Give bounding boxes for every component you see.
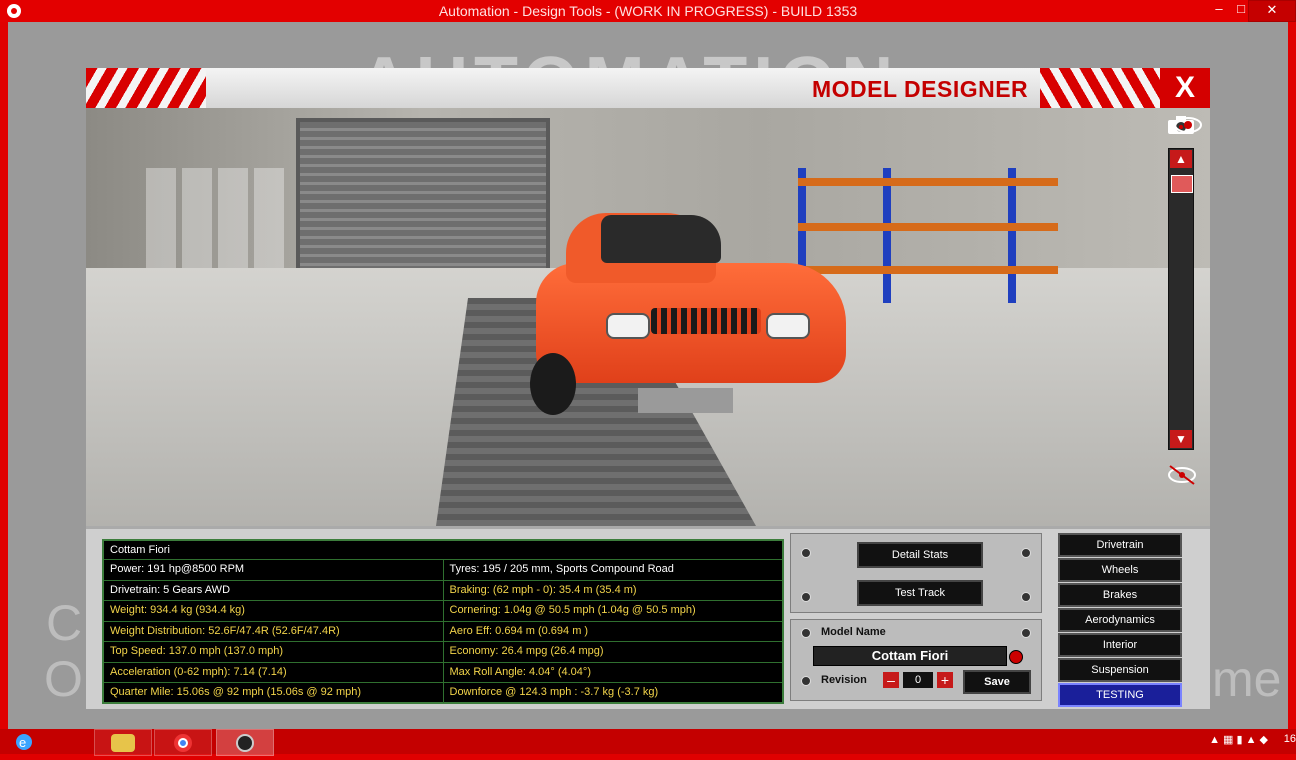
actions-panel: Detail Stats Test Track [790,533,1042,613]
eye-crossed-icon[interactable] [1166,464,1198,486]
background-word-2: O [44,651,83,707]
chrome-icon[interactable] [154,729,212,756]
stats-row: Weight Distribution: 52.6F/47.4R (52.6F/… [104,621,783,642]
stats-cell-right: Max Roll Angle: 4.04° (4.04°) [442,662,783,682]
car-grille [651,308,761,334]
stats-row: Acceleration (0-62 mph): 7.14 (7.14) Max … [104,662,783,683]
car-viewport[interactable]: ▲ ▼ [86,108,1210,526]
tab-brakes[interactable]: Brakes [1058,583,1182,607]
clock[interactable]: 16 [1284,733,1296,745]
stats-cell-left: Weight: 934.4 kg (934.4 kg) [110,604,245,616]
model-panel: Model Name Cottam Fiori Revision – 0 + S… [790,619,1042,701]
tab-drivetrain[interactable]: Drivetrain [1058,533,1182,557]
designer-tabs: Drivetrain Wheels Brakes Aerodynamics Interi… [1058,533,1184,707]
svg-text:e: e [19,735,26,750]
zoom-slider[interactable]: ▲ ▼ [1168,148,1194,450]
header-stripes-left [86,68,206,108]
tab-wheels[interactable]: Wheels [1058,558,1182,582]
detail-stats-button[interactable]: Detail Stats [857,542,983,568]
stats-header: Cottam Fiori [104,541,782,560]
rivet [1021,548,1031,558]
folder-icon [111,734,135,752]
rivet [801,548,811,558]
viewport-controls: ▲ ▼ [1160,108,1204,526]
stats-row: Top Speed: 137.0 mph (137.0 mph) Economy:… [104,642,782,663]
stats-cell-right: Downforce @ 124.3 mph : -3.7 kg (-3.7 kg… [442,683,783,703]
reset-name-icon[interactable] [1009,650,1023,664]
bottom-panel: Cottam Fiori Power: 191 hp@8500 RPM Tyres… [86,526,1210,709]
windows-taskbar: e ▲ ▦ ▮ ▲ ◆ 16 [0,729,1296,756]
car-model[interactable] [526,203,856,418]
car-headlight-right [766,313,810,339]
revision-decrement-button[interactable]: – [883,672,899,688]
stats-table: Cottam Fiori Power: 191 hp@8500 RPM Tyres… [102,539,784,704]
background-word-3: me [1212,651,1282,707]
eye-icon[interactable] [1172,114,1204,136]
model-designer-close-button[interactable]: X [1160,68,1210,108]
rivet [801,592,811,602]
background-word-1: C [46,595,83,651]
car-headlight-left [606,313,650,339]
rivet [801,628,811,638]
test-track-button[interactable]: Test Track [857,580,983,606]
system-tray[interactable]: ▲ ▦ ▮ ▲ ◆ [1209,733,1268,746]
shelf-post [883,168,891,303]
zoom-down-button[interactable]: ▼ [1170,430,1192,448]
stats-cell-right: Braking: (62 mph - 0): 35.4 m (35.4 m) [442,580,783,600]
tab-interior[interactable]: Interior [1058,633,1182,657]
garage-door [296,118,550,286]
model-name-label: Model Name [821,626,886,638]
stats-cell-right: Tyres: 195 / 205 mm, Sports Compound Roa… [442,560,783,580]
stats-cell-left: Power: 191 hp@8500 RPM [110,563,245,575]
rivet [801,676,811,686]
stats-row: Drivetrain: 5 Gears AWD Braking: (62 mph … [104,580,783,601]
tab-aerodynamics[interactable]: Aerodynamics [1058,608,1182,632]
stats-cell-left: Quarter Mile: 15.06s @ 92 mph (15.06s @ … [110,686,362,698]
stats-cell-right: Cornering: 1.04g @ 50.5 mph (1.04g @ 50.… [442,601,783,621]
window-titlebar: Automation - Design Tools - (WORK IN PRO… [0,0,1296,22]
model-designer-title: MODEL DESIGNER [812,76,1029,102]
rivet [1021,628,1031,638]
tab-testing[interactable]: TESTING [1058,683,1182,707]
stats-cell-left: Acceleration (0-62 mph): 7.14 (7.14) [110,665,287,678]
stats-cell-left: Top Speed: 137.0 mph (137.0 mph) [110,645,284,657]
window-title: Automation - Design Tools - (WORK IN PRO… [438,3,858,19]
stats-cell-right: Economy: 26.4 mpg (26.4 mpg) [442,642,783,662]
internet-explorer-icon[interactable]: e [4,729,60,754]
revision-increment-button[interactable]: + [937,672,953,688]
zoom-thumb[interactable] [1171,175,1193,193]
stats-row: Power: 191 hp@8500 RPM Tyres: 195 / 205 m… [104,560,782,581]
stats-cell-right: Aero Eff: 0.694 m (0.694 m ) [442,621,783,641]
revision-value: 0 [903,672,933,688]
car-lift [638,388,733,413]
stats-cell-left: Weight Distribution: 52.6F/47.4R (52.6F/… [110,624,340,637]
stats-row: Weight: 934.4 kg (934.4 kg) Cornering: 1.… [104,601,782,622]
file-explorer-icon[interactable] [94,729,152,756]
stats-cell-left: Drivetrain: 5 Gears AWD [110,583,231,596]
rivet [1021,592,1031,602]
shelf-beam [798,178,1058,186]
shelf-post [1008,168,1016,303]
car-wheel [530,353,576,415]
header-stripes-right [1040,68,1160,108]
close-button[interactable]: ✕ [1248,0,1296,22]
model-designer-header: MODEL DESIGNER X [86,68,1210,110]
car-windshield [601,215,721,263]
app-frame: AUTOMATION C O me MODEL DESIGNER X [8,22,1288,729]
stats-row: Quarter Mile: 15.06s @ 92 mph (15.06s @ … [104,683,782,703]
revision-label: Revision [821,674,867,686]
tab-suspension[interactable]: Suspension [1058,658,1182,682]
model-name-field[interactable]: Cottam Fiori [813,646,1007,666]
save-button[interactable]: Save [963,670,1031,694]
zoom-up-button[interactable]: ▲ [1170,150,1192,168]
automation-app-icon[interactable] [216,729,274,756]
